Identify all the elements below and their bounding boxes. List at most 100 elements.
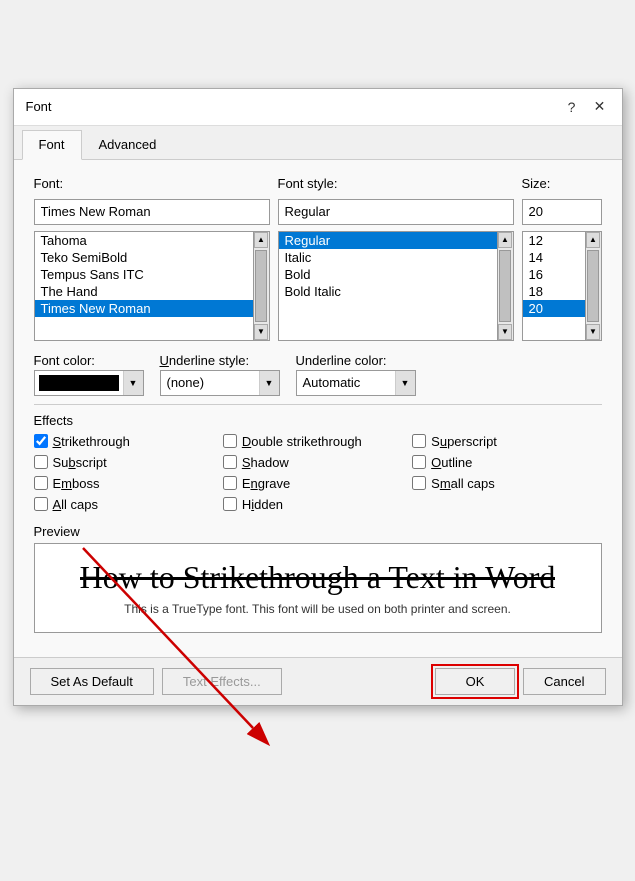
superscript-checkbox[interactable] (412, 434, 426, 448)
underline-style-arrow[interactable]: ▼ (259, 371, 279, 395)
underline-color-label: Underline color: (296, 353, 416, 368)
strikethrough-label: Strikethrough (53, 434, 130, 449)
size-list[interactable]: 12 14 16 18 20 (522, 231, 586, 341)
style-input[interactable] (278, 199, 514, 225)
shadow-checkbox[interactable] (223, 455, 237, 469)
style-scrollbar[interactable]: ▲ ▼ (498, 231, 514, 341)
title-bar: Font ? ✕ (14, 89, 622, 126)
scroll-down[interactable]: ▼ (586, 324, 600, 340)
color-swatch-black (39, 375, 119, 391)
list-item-selected[interactable]: Times New Roman (35, 300, 253, 317)
scroll-down[interactable]: ▼ (498, 324, 512, 340)
list-item[interactable]: 16 (523, 266, 585, 283)
shadow-label: Shadow (242, 455, 289, 470)
font-label: Font: (34, 176, 270, 191)
tab-font[interactable]: Font (22, 130, 82, 160)
text-effects-button[interactable]: Text Effects... (162, 668, 282, 695)
scroll-thumb[interactable] (255, 250, 267, 322)
font-dialog: Font ? ✕ Font Advanced Font: Font style: (13, 88, 623, 706)
font-list[interactable]: Tahoma Teko SemiBold Tempus Sans ITC The… (34, 231, 254, 341)
effect-superscript: Superscript (412, 434, 601, 449)
superscript-label: Superscript (431, 434, 497, 449)
effect-engrave: Engrave (223, 476, 412, 491)
list-item[interactable]: Tahoma (35, 232, 253, 249)
size-input[interactable] (522, 199, 602, 225)
field-inputs-row (34, 199, 602, 225)
list-item[interactable]: The Hand (35, 283, 253, 300)
set-default-button[interactable]: Set As Default (30, 668, 154, 695)
list-item-selected[interactable]: Regular (279, 232, 497, 249)
list-item[interactable]: Bold Italic (279, 283, 497, 300)
dialog-content: Font: Font style: Size: (14, 160, 622, 657)
strikethrough-checkbox[interactable] (34, 434, 48, 448)
hidden-checkbox[interactable] (223, 497, 237, 511)
font-input[interactable] (34, 199, 270, 225)
ok-button[interactable]: OK (435, 668, 515, 695)
list-item-selected[interactable]: 20 (523, 300, 585, 317)
style-label: Font style: (278, 176, 514, 191)
effect-subscript: Subscript (34, 455, 223, 470)
font-color-dropdown[interactable]: ▼ (34, 370, 144, 396)
double-strikethrough-label: Double strikethrough (242, 434, 362, 449)
style-list-group: Regular Italic Bold Bold Italic ▲ ▼ (278, 231, 514, 341)
list-item[interactable]: 18 (523, 283, 585, 300)
style-list[interactable]: Regular Italic Bold Bold Italic (278, 231, 498, 341)
hidden-label: Hidden (242, 497, 283, 512)
preview-text: How to Strikethrough a Text in Word (80, 559, 556, 596)
preview-subtext: This is a TrueType font. This font will … (124, 602, 511, 616)
color-dropdown-arrow[interactable]: ▼ (123, 371, 143, 395)
emboss-checkbox[interactable] (34, 476, 48, 490)
engrave-checkbox[interactable] (223, 476, 237, 490)
underline-style-group: Underline style: (none) ▼ (160, 353, 280, 396)
color-row: Font color: ▼ Underline style: (none) ▼ (34, 353, 602, 396)
list-item[interactable]: 12 (523, 232, 585, 249)
preview-title: Preview (34, 524, 602, 539)
font-color-label: Font color: (34, 353, 144, 368)
list-item[interactable]: 14 (523, 249, 585, 266)
list-item[interactable]: Tempus Sans ITC (35, 266, 253, 283)
all-caps-checkbox[interactable] (34, 497, 48, 511)
outline-checkbox[interactable] (412, 455, 426, 469)
underline-color-arrow[interactable]: ▼ (395, 371, 415, 395)
font-list-group: Tahoma Teko SemiBold Tempus Sans ITC The… (34, 231, 270, 341)
effect-all-caps: All caps (34, 497, 223, 512)
effects-section: Effects Strikethrough Double strikethrou… (34, 404, 602, 512)
list-item[interactable]: Bold (279, 266, 497, 283)
subscript-checkbox[interactable] (34, 455, 48, 469)
small-caps-checkbox[interactable] (412, 476, 426, 490)
effects-title: Effects (34, 404, 602, 428)
dialog-footer: Set As Default Text Effects... OK Cancel (14, 657, 622, 705)
cancel-button[interactable]: Cancel (523, 668, 605, 695)
tab-advanced[interactable]: Advanced (82, 130, 174, 159)
scroll-thumb[interactable] (499, 250, 511, 322)
effect-outline: Outline (412, 455, 601, 470)
effect-emboss: Emboss (34, 476, 223, 491)
effect-double-strikethrough: Double strikethrough (223, 434, 412, 449)
underline-color-dropdown[interactable]: Automatic ▼ (296, 370, 416, 396)
scroll-up[interactable]: ▲ (586, 232, 600, 248)
emboss-label: Emboss (53, 476, 100, 491)
font-color-group: Font color: ▼ (34, 353, 144, 396)
list-item[interactable]: Teko SemiBold (35, 249, 253, 266)
scroll-down[interactable]: ▼ (254, 324, 268, 340)
list-item[interactable]: Italic (279, 249, 497, 266)
preview-section: Preview How to Strikethrough a Text in W… (34, 524, 602, 633)
small-caps-label: Small caps (431, 476, 495, 491)
scroll-up[interactable]: ▲ (498, 232, 512, 248)
double-strikethrough-checkbox[interactable] (223, 434, 237, 448)
list-row: Tahoma Teko SemiBold Tempus Sans ITC The… (34, 231, 602, 341)
font-scrollbar[interactable]: ▲ ▼ (254, 231, 270, 341)
underline-style-label: Underline style: (160, 353, 280, 368)
help-button[interactable]: ? (562, 97, 582, 117)
effects-grid: Strikethrough Double strikethrough Super… (34, 434, 602, 512)
size-scrollbar[interactable]: ▲ ▼ (586, 231, 602, 341)
effect-strikethrough: Strikethrough (34, 434, 223, 449)
scroll-up[interactable]: ▲ (254, 232, 268, 248)
size-list-group: 12 14 16 18 20 ▲ ▼ (522, 231, 602, 341)
outline-label: Outline (431, 455, 472, 470)
preview-box: How to Strikethrough a Text in Word This… (34, 543, 602, 633)
scroll-thumb[interactable] (587, 250, 599, 322)
close-button[interactable]: ✕ (590, 97, 610, 117)
underline-style-dropdown[interactable]: (none) ▼ (160, 370, 280, 396)
effect-shadow: Shadow (223, 455, 412, 470)
